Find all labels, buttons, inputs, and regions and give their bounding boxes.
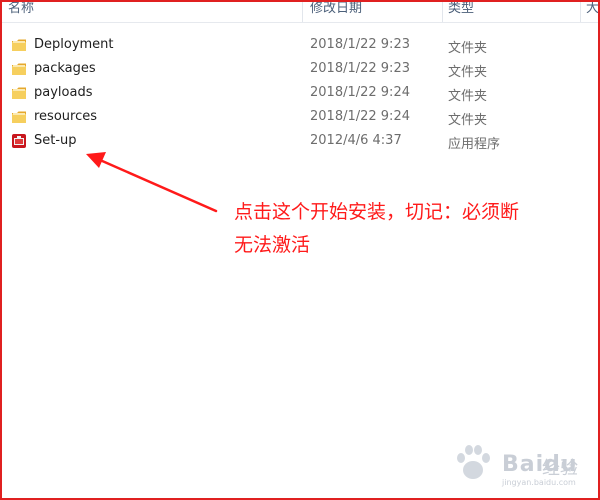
explorer-window: 名称 修改日期 类型 大 Deployment 2018/1/22 9:23 文… bbox=[0, 0, 600, 500]
baidu-jingyan-watermark: Baidu 经验 jingyan.baidu.com bbox=[450, 440, 588, 488]
watermark-url: jingyan.baidu.com bbox=[502, 478, 576, 487]
annotation-text-line1: 点击这个开始安装，切记：必须断 bbox=[234, 201, 520, 223]
paw-logo-icon bbox=[457, 445, 490, 479]
annotation-text-line2: 无法激活 bbox=[234, 234, 311, 256]
watermark-label: 经验 bbox=[542, 458, 578, 479]
